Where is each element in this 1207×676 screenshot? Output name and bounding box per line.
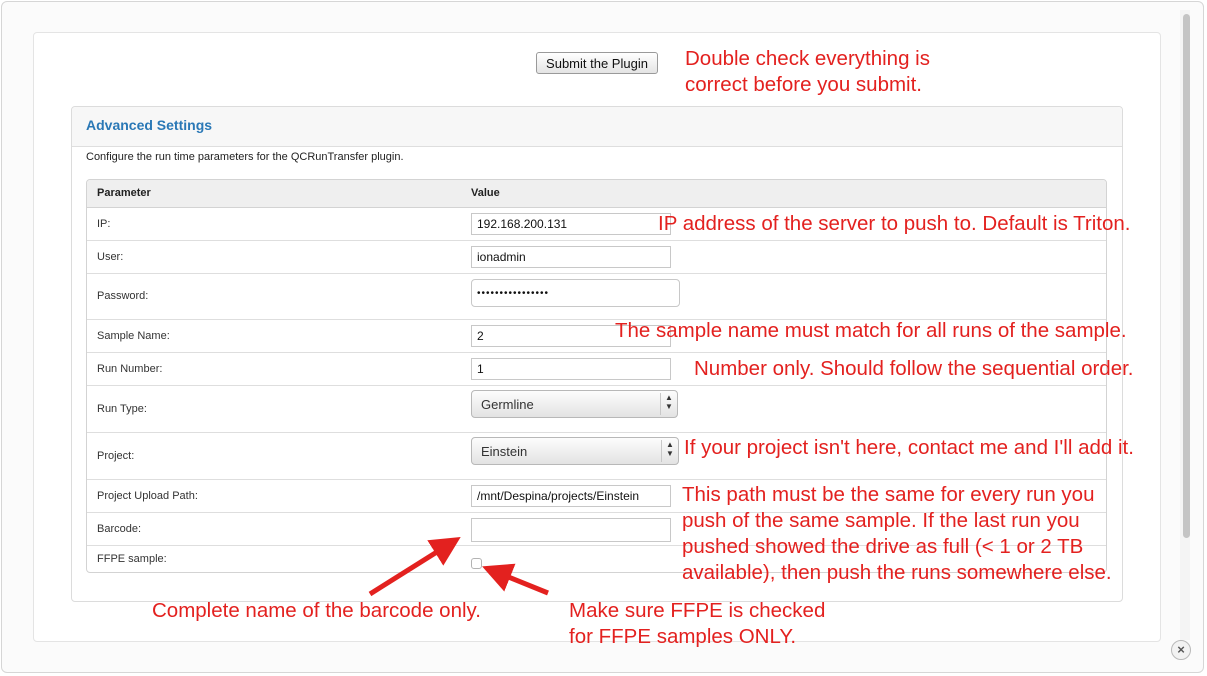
close-icon[interactable]: × xyxy=(1171,640,1191,660)
annotation-arrows xyxy=(368,537,549,597)
ffpe-arrow xyxy=(482,563,549,596)
barcode-arrow xyxy=(368,537,461,597)
